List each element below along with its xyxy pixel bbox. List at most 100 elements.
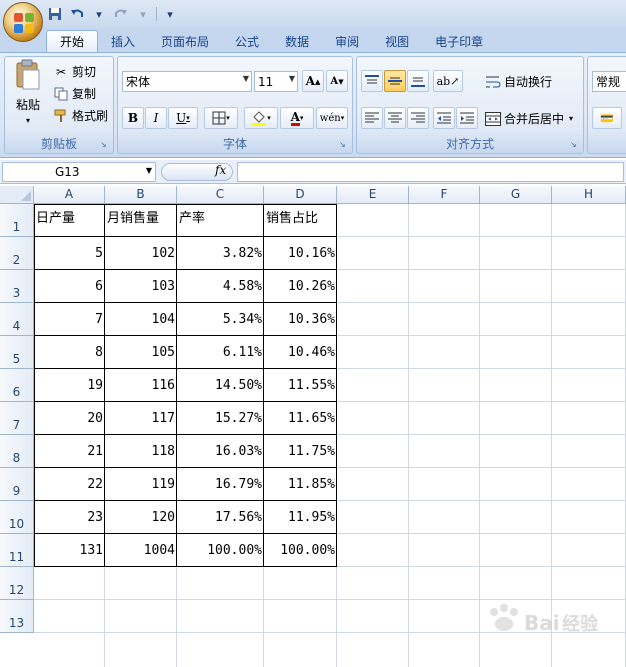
save-icon[interactable] xyxy=(46,5,64,23)
select-all-button[interactable] xyxy=(0,186,34,204)
row-header-1[interactable]: 1 xyxy=(0,204,34,237)
data-cell[interactable]: 6.11% xyxy=(177,336,264,369)
copy-button[interactable]: 复制 xyxy=(53,85,96,102)
row-header-5[interactable]: 5 xyxy=(0,336,34,369)
data-cell[interactable]: 116 xyxy=(105,369,177,402)
column-header-b[interactable]: B xyxy=(105,186,177,204)
column-header-a[interactable]: A xyxy=(34,186,105,204)
redo-icon[interactable] xyxy=(112,5,130,23)
column-header-d[interactable]: D xyxy=(264,186,337,204)
data-cell[interactable]: 8 xyxy=(34,336,105,369)
tab-e-seal[interactable]: 电子印章 xyxy=(422,30,496,52)
data-cell[interactable]: 4.58% xyxy=(177,270,264,303)
font-name-combo[interactable]: 宋体 ▼ xyxy=(122,71,252,92)
row-header-11[interactable]: 11 xyxy=(0,534,34,567)
data-cell[interactable]: 10.46% xyxy=(264,336,337,369)
data-cell[interactable]: 100.00% xyxy=(177,534,264,567)
orientation-button[interactable]: ab↗ xyxy=(433,70,463,92)
column-header-e[interactable]: E xyxy=(337,186,409,204)
align-center-button[interactable] xyxy=(384,107,406,129)
data-cell[interactable]: 103 xyxy=(105,270,177,303)
column-header-g[interactable]: G xyxy=(480,186,552,204)
undo-dropdown-icon[interactable]: ▾ xyxy=(90,5,108,23)
tab-review[interactable]: 审阅 xyxy=(322,30,372,52)
data-cell[interactable]: 100.00% xyxy=(264,534,337,567)
font-color-button[interactable]: A ▾ xyxy=(280,107,314,129)
tab-formulas[interactable]: 公式 xyxy=(222,30,272,52)
row-header-8[interactable]: 8 xyxy=(0,435,34,468)
row-header-7[interactable]: 7 xyxy=(0,402,34,435)
office-button[interactable] xyxy=(3,2,43,42)
data-cell[interactable]: 10.26% xyxy=(264,270,337,303)
align-middle-button[interactable] xyxy=(384,70,406,92)
row-header-2[interactable]: 2 xyxy=(0,237,34,270)
borders-button[interactable]: ▾ xyxy=(204,107,238,129)
data-cell[interactable]: 1004 xyxy=(105,534,177,567)
paste-dropdown-icon[interactable]: ▾ xyxy=(26,116,30,125)
merge-center-button[interactable]: 合并后居中 ▾ xyxy=(485,110,573,127)
name-box[interactable]: G13 ▼ xyxy=(2,162,156,182)
data-cell[interactable]: 117 xyxy=(105,402,177,435)
format-painter-button[interactable]: 格式刷 xyxy=(53,107,108,124)
worksheet-grid[interactable]: ABCDEFGH 1 2 3 4 5 6 7 8 9 10 11 12 13 日产量 月销售量 产率 销售占比… xyxy=(0,186,626,667)
shrink-font-button[interactable]: A ▼ xyxy=(326,70,348,92)
data-cell[interactable]: 11.85% xyxy=(264,468,337,501)
row-header-6[interactable]: 6 xyxy=(0,369,34,402)
italic-button[interactable]: I xyxy=(145,107,167,129)
underline-button[interactable]: U ▾ xyxy=(168,107,198,129)
bold-button[interactable]: B xyxy=(122,107,144,129)
data-cell[interactable]: 7 xyxy=(34,303,105,336)
column-header-f[interactable]: F xyxy=(409,186,480,204)
undo-icon[interactable] xyxy=(68,5,86,23)
data-cell[interactable]: 22 xyxy=(34,468,105,501)
data-cell[interactable]: 102 xyxy=(105,237,177,270)
row-header-12[interactable]: 12 xyxy=(0,567,34,600)
cut-button[interactable]: ✂ 剪切 xyxy=(53,63,96,80)
header-cell[interactable]: 日产量 xyxy=(34,204,105,237)
merge-dropdown-icon[interactable]: ▾ xyxy=(569,114,573,123)
data-cell[interactable]: 11.65% xyxy=(264,402,337,435)
data-cell[interactable]: 11.95% xyxy=(264,501,337,534)
data-cell[interactable]: 119 xyxy=(105,468,177,501)
column-header-h[interactable]: H xyxy=(552,186,626,204)
data-cell[interactable]: 15.27% xyxy=(177,402,264,435)
wrap-text-button[interactable]: 自动换行 xyxy=(485,73,552,90)
column-header-c[interactable]: C xyxy=(177,186,264,204)
decrease-indent-button[interactable] xyxy=(433,107,455,129)
data-cell[interactable]: 10.16% xyxy=(264,237,337,270)
data-cell[interactable]: 5.34% xyxy=(177,303,264,336)
font-size-combo[interactable]: 11 ▼ xyxy=(254,71,298,92)
grow-font-button[interactable]: A ▲ xyxy=(302,70,324,92)
row-header-3[interactable]: 3 xyxy=(0,270,34,303)
data-cell[interactable]: 14.50% xyxy=(177,369,264,402)
align-left-button[interactable] xyxy=(361,107,383,129)
data-cell[interactable]: 21 xyxy=(34,435,105,468)
data-cell[interactable]: 11.55% xyxy=(264,369,337,402)
header-cell[interactable]: 产率 xyxy=(177,204,264,237)
data-cell[interactable]: 5 xyxy=(34,237,105,270)
redo-dropdown-icon[interactable]: ▾ xyxy=(134,5,152,23)
data-cell[interactable]: 105 xyxy=(105,336,177,369)
data-cell[interactable]: 20 xyxy=(34,402,105,435)
tab-data[interactable]: 数据 xyxy=(272,30,322,52)
data-cell[interactable]: 10.36% xyxy=(264,303,337,336)
data-cell[interactable]: 6 xyxy=(34,270,105,303)
align-right-button[interactable] xyxy=(407,107,429,129)
tab-view[interactable]: 视图 xyxy=(372,30,422,52)
row-header-13[interactable]: 13 xyxy=(0,600,34,633)
row-header-10[interactable]: 10 xyxy=(0,501,34,534)
data-cell[interactable]: 16.03% xyxy=(177,435,264,468)
paste-button[interactable]: 粘贴 ▾ xyxy=(11,59,45,125)
increase-indent-button[interactable] xyxy=(456,107,478,129)
align-top-button[interactable] xyxy=(361,70,383,92)
tab-page-layout[interactable]: 页面布局 xyxy=(148,30,222,52)
tab-insert[interactable]: 插入 xyxy=(98,30,148,52)
phonetic-button[interactable]: wén ▾ xyxy=(316,107,348,129)
fx-icon[interactable]: fx xyxy=(215,163,226,177)
fill-color-button[interactable]: ▾ xyxy=(244,107,278,129)
accounting-format-button[interactable]: 💳 xyxy=(592,107,622,129)
data-cell[interactable]: 3.82% xyxy=(177,237,264,270)
align-bottom-button[interactable] xyxy=(407,70,429,92)
data-cell[interactable]: 23 xyxy=(34,501,105,534)
data-cell[interactable]: 16.79% xyxy=(177,468,264,501)
